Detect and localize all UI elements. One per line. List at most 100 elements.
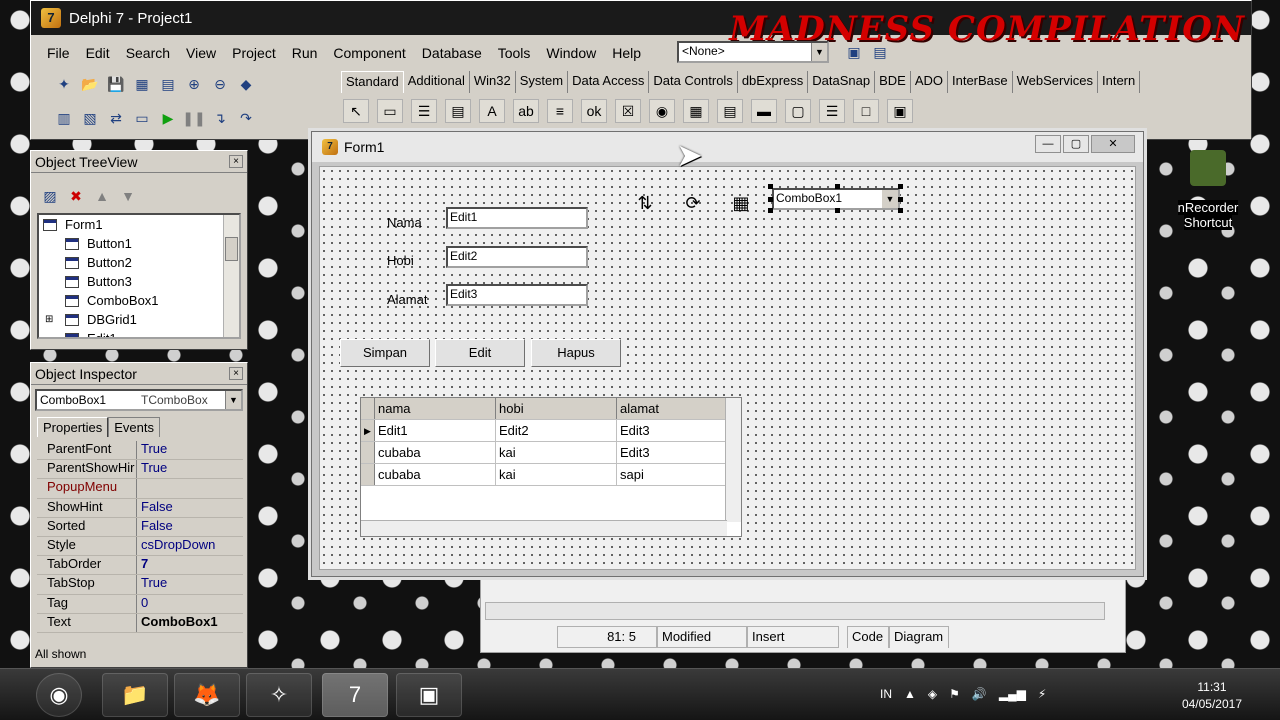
prop-row[interactable]: TabOrder 7 [37,556,243,576]
datasource-icon[interactable]: ⇅ [630,188,660,218]
maximize-icon[interactable]: ▢ [1063,135,1089,153]
checkbox-icon[interactable]: ☒ [615,99,641,123]
start-button[interactable]: ◉ [36,673,82,717]
pointer-icon[interactable]: ↖ [343,99,369,123]
treeview-list[interactable]: Form1 Button1 Button2 Button3 ComboBox1 … [37,213,241,339]
move-up-icon[interactable]: ▲ [91,185,113,207]
combobox-icon[interactable]: ▤ [717,99,743,123]
treeview-scrollbar[interactable] [223,215,239,337]
actionlist-icon[interactable]: ▣ [887,99,913,123]
prop-row[interactable]: ParentShowHir True [37,460,243,480]
expand-icon[interactable]: ⊞ [45,314,65,325]
popupmenu-icon[interactable]: ▤ [445,99,471,123]
menu-help[interactable]: Help [604,45,649,61]
move-down-icon[interactable]: ▼ [117,185,139,207]
hapus-button[interactable]: Hapus [531,339,621,367]
table-row[interactable]: cubaba kai sapi [361,464,741,486]
grid-hscrollbar[interactable] [361,520,727,536]
tab-additional[interactable]: Additional [404,71,470,93]
tab-ado[interactable]: ADO [911,71,948,93]
button-icon[interactable]: ok [581,99,607,123]
grid-cell[interactable]: Edit1 [375,420,496,441]
tree-node-edit1[interactable]: Edit1 [39,329,239,337]
frame-icon[interactable]: ▭ [377,99,403,123]
edit-icon[interactable]: ab [513,99,539,123]
menu-database[interactable]: Database [414,45,490,61]
tab-interbase[interactable]: InterBase [948,71,1013,93]
tab-data-controls[interactable]: Data Controls [649,71,738,93]
prop-value[interactable]: True [137,441,167,459]
tree-node-button1[interactable]: Button1 [39,234,239,253]
remove-file-icon[interactable]: ⊖ [209,73,231,95]
listbox-icon[interactable]: ▦ [683,99,709,123]
close-icon[interactable]: × [229,155,243,168]
prop-value[interactable]: csDropDown [137,537,215,555]
edit1-field[interactable]: Edit1 [446,207,588,229]
mainmenu-icon[interactable]: ☰ [411,99,437,123]
scrollbar-icon[interactable]: ▬ [751,99,777,123]
prop-value[interactable]: 0 [137,595,148,613]
app-taskbar-icon[interactable]: ✧ [246,673,312,717]
chevron-down-icon[interactable]: ▼ [811,43,827,61]
tab-system[interactable]: System [516,71,569,93]
prop-value[interactable]: True [137,460,167,478]
adoconnection-icon[interactable]: ⟳ [678,188,708,218]
column-header[interactable]: hobi [496,398,617,419]
tab-bde[interactable]: BDE [875,71,911,93]
editor-hscrollbar[interactable] [485,602,1105,620]
pause-icon[interactable]: ❚❚ [182,107,205,129]
chevron-down-icon[interactable]: ▼ [882,190,898,208]
label-icon[interactable]: A [479,99,505,123]
tab-dbexpress[interactable]: dbExpress [738,71,809,93]
prop-row[interactable]: ParentFont True [37,441,243,461]
debug-desktop-icon[interactable]: ▤ [869,41,891,63]
grid-cell[interactable]: cubaba [375,464,496,485]
save-desktop-icon[interactable]: ▣ [843,41,865,63]
new-icon[interactable]: ✦ [53,73,75,95]
menu-tools[interactable]: Tools [490,45,539,61]
grid-cell[interactable]: sapi [617,464,738,485]
power-icon[interactable]: ⚡ [1038,687,1046,701]
selection-handle[interactable] [835,184,840,189]
prop-row[interactable]: TabStop True [37,575,243,595]
prop-value[interactable]: False [137,518,173,536]
volume-icon[interactable]: 🔊 [972,687,987,701]
trace-into-icon[interactable]: ↴ [209,107,231,129]
column-header[interactable]: nama [375,398,496,419]
grid-cell[interactable]: cubaba [375,442,496,463]
prop-value[interactable] [137,479,141,497]
flag-icon[interactable]: ⚑ [949,687,960,701]
menu-project[interactable]: Project [224,45,284,61]
tree-node-button3[interactable]: Button3 [39,272,239,291]
radiobutton-icon[interactable]: ◉ [649,99,675,123]
grid-cell[interactable]: kai [496,442,617,463]
clock[interactable]: 11:31 04/05/2017 [1182,679,1242,713]
grid-vscrollbar[interactable] [725,398,741,522]
table-row[interactable]: ▶ Edit1 Edit2 Edit3 [361,420,741,442]
menu-run[interactable]: Run [284,45,326,61]
tree-node-dbgrid1[interactable]: ⊞ DBGrid1 [39,310,239,329]
tab-datasnap[interactable]: DataSnap [808,71,876,93]
prop-value[interactable]: True [137,575,167,593]
minimize-icon[interactable]: — [1035,135,1061,153]
toggle-form-icon[interactable]: ⇄ [105,107,127,129]
radiogroup-icon[interactable]: ☰ [819,99,845,123]
step-over-icon[interactable]: ↷ [235,107,257,129]
selection-handle[interactable] [835,208,840,213]
tab-code[interactable]: Code [847,626,889,648]
adotable-icon[interactable]: ▦ [726,188,756,218]
delphi-taskbar-icon[interactable]: 7 [322,673,388,717]
prop-row[interactable]: ShowHint False [37,498,243,518]
edit-button[interactable]: Edit [435,339,525,367]
desktop-shortcut[interactable]: nRecorder Shortcut [1172,150,1244,240]
tree-node-combobox1[interactable]: ComboBox1 [39,291,239,310]
simpan-button[interactable]: Simpan [340,339,430,367]
signal-icon[interactable]: ▂▄▆ [999,687,1026,701]
tab-data-access[interactable]: Data Access [568,71,650,93]
open-project-icon[interactable]: ▤ [157,73,179,95]
menu-edit[interactable]: Edit [78,45,118,61]
prop-value[interactable]: ComboBox1 [137,614,218,632]
chevron-down-icon[interactable]: ▼ [225,391,241,409]
run-icon[interactable]: ▶ [157,107,179,129]
grid-cell[interactable]: kai [496,464,617,485]
